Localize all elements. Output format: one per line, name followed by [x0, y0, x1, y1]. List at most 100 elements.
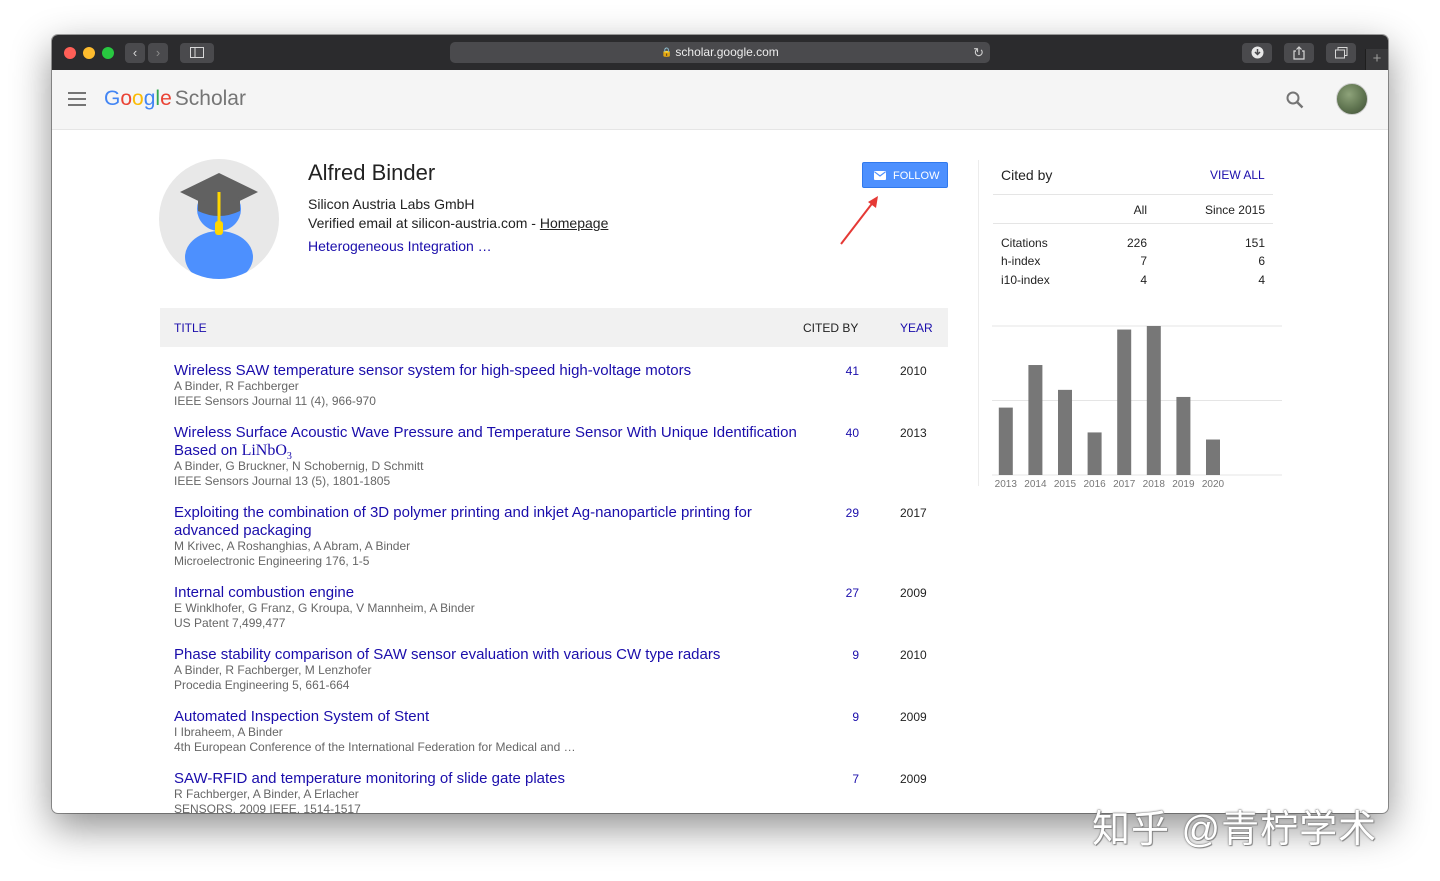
search-icon[interactable] [1285, 90, 1305, 110]
red-arrow-annotation [840, 196, 878, 245]
article-title-link[interactable]: Automated Inspection System of Stent [174, 708, 804, 726]
cited-by-count-link[interactable]: 9 [820, 710, 859, 724]
article-title-link[interactable]: SAW-RFID and temperature monitoring of s… [174, 770, 804, 788]
article-venue: SENSORS, 2009 IEEE, 1514-1517 [174, 802, 361, 813]
view-all-link[interactable]: VIEW ALL [1210, 168, 1265, 182]
column-header-since: Since 2015 [1204, 203, 1265, 217]
article-title-link[interactable]: Wireless SAW temperature sensor system f… [174, 362, 804, 380]
table-row: SAW-RFID and temperature monitoring of s… [160, 770, 948, 813]
tabs-icon [1334, 47, 1347, 59]
bar-2015[interactable] [1058, 389, 1072, 475]
article-venue: Procedia Engineering 5, 661-664 [174, 678, 350, 692]
bar-2016[interactable] [1087, 432, 1102, 475]
forward-button[interactable]: › [148, 43, 168, 63]
menu-icon[interactable] [68, 92, 86, 106]
bar-2017[interactable] [1117, 329, 1132, 475]
table-row: Internal combustion engine E Winklhofer,… [160, 584, 948, 634]
article-title-link[interactable]: Internal combustion engine [174, 584, 804, 602]
article-authors: A Binder, R Fachberger, M Lenzhofer [174, 663, 372, 677]
x-tick-label: 2019 [1172, 479, 1195, 490]
article-authors: A Binder, R Fachberger [174, 379, 299, 393]
metric-since-value: 4 [1258, 273, 1265, 287]
follow-label: FOLLOW [893, 170, 940, 182]
article-title-link[interactable]: Exploiting the combination of 3D polymer… [174, 504, 774, 540]
cited-by-count-link[interactable]: 29 [820, 506, 859, 520]
logo-letter: g [143, 87, 156, 110]
close-window-icon[interactable] [64, 47, 76, 59]
article-title-link[interactable]: Phase stability comparison of SAW sensor… [174, 646, 804, 664]
cited-by-count-link[interactable]: 40 [820, 426, 859, 440]
homepage-link[interactable]: Homepage [540, 215, 609, 231]
table-row: Phase stability comparison of SAW sensor… [160, 646, 948, 696]
table-row: Automated Inspection System of Stent I I… [160, 708, 948, 758]
table-row: Wireless SAW temperature sensor system f… [160, 362, 948, 412]
article-authors: M Krivec, A Roshanghias, A Abram, A Bind… [174, 539, 411, 553]
cited-by-count-link[interactable]: 41 [820, 364, 859, 378]
logo-letter: o [132, 87, 144, 110]
share-button[interactable] [1284, 43, 1314, 63]
scholar-header: Google Scholar [52, 70, 1388, 130]
column-header-all: All [1133, 203, 1147, 217]
sort-by-title-link[interactable]: TITLE [174, 321, 207, 335]
profile-name: Alfred Binder [308, 160, 436, 185]
reload-icon[interactable]: ↻ [973, 42, 984, 63]
cited-by-column-header: CITED BY [803, 321, 859, 335]
article-year: 2009 [900, 710, 927, 724]
article-authors: A Binder, G Bruckner, N Schobernig, D Sc… [174, 459, 424, 473]
formula-base: LiNbO [241, 442, 287, 459]
logo-letter: e [160, 87, 172, 110]
sort-by-year-link[interactable]: YEAR [900, 321, 933, 335]
x-tick-label: 2015 [1054, 479, 1077, 490]
bar-2014[interactable] [1028, 365, 1043, 475]
column-divider [978, 160, 979, 486]
metric-label: Citations [1001, 236, 1048, 250]
x-tick-label: 2018 [1143, 479, 1166, 490]
google-scholar-logo[interactable]: Google Scholar [104, 86, 246, 112]
profile-photo [159, 159, 279, 279]
metric-since-value: 151 [1244, 236, 1265, 250]
article-title-formula: LiNbO3 [241, 442, 292, 462]
back-button[interactable]: ‹ [125, 43, 145, 63]
browser-titlebar: ‹ › 🔒 scholar.google.com ↻ + [52, 35, 1388, 71]
article-year: 2017 [900, 506, 927, 520]
article-authors: E Winklhofer, G Franz, G Kroupa, V Mannh… [174, 601, 475, 615]
article-year: 2009 [900, 772, 927, 786]
browser-window: ‹ › 🔒 scholar.google.com ↻ + Google Schola… [52, 35, 1388, 813]
follow-button[interactable]: FOLLOW [862, 162, 948, 188]
table-row: Wireless Surface Acoustic Wave Pressure … [160, 424, 948, 494]
minimize-window-icon[interactable] [83, 47, 95, 59]
scholar-wordmark: Scholar [174, 87, 246, 110]
bar-2018[interactable] [1146, 326, 1161, 475]
research-interest-link[interactable]: Heterogeneous Integration … [308, 238, 492, 254]
downloads-button[interactable] [1242, 43, 1272, 63]
article-venue: 4th European Conference of the Internati… [174, 740, 576, 754]
watermark-text: 知乎 @青柠学术 [1092, 809, 1378, 851]
x-tick-label: 2017 [1113, 479, 1136, 490]
new-tab-button[interactable]: + [1365, 49, 1388, 70]
cited-by-title: Cited by [1001, 167, 1053, 183]
url-text: scholar.google.com [675, 45, 779, 59]
profile-affiliation: Silicon Austria Labs GmbH [308, 196, 475, 212]
envelope-icon [874, 171, 886, 180]
cited-by-count-link[interactable]: 27 [820, 586, 859, 600]
article-year: 2010 [900, 648, 927, 662]
article-authors: R Fachberger, A Binder, A Erlacher [174, 787, 359, 801]
x-tick-label: 2014 [1024, 479, 1047, 490]
address-bar[interactable]: 🔒 scholar.google.com ↻ [450, 42, 990, 63]
logo-letter: G [104, 87, 121, 110]
zoom-window-icon[interactable] [102, 47, 114, 59]
bar-2020[interactable] [1206, 439, 1220, 475]
bar-2019[interactable] [1176, 396, 1191, 475]
cited-by-count-link[interactable]: 9 [820, 648, 859, 662]
sidebar-icon [190, 47, 204, 58]
tabs-overview-button[interactable] [1326, 43, 1356, 63]
cited-by-count-link[interactable]: 7 [820, 772, 859, 786]
sidebar-toggle-button[interactable] [180, 43, 214, 63]
article-venue: US Patent 7,499,477 [174, 616, 286, 630]
x-tick-label: 2013 [995, 479, 1018, 490]
account-avatar[interactable] [1336, 83, 1368, 115]
share-icon [1293, 46, 1305, 60]
profile-email: Verified email at silicon-austria.com - … [308, 215, 608, 231]
bar-2013[interactable] [998, 407, 1013, 475]
metric-since-value: 6 [1258, 254, 1265, 268]
